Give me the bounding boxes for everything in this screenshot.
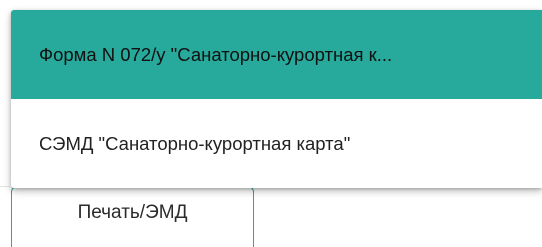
divider: [0, 186, 10, 187]
menu-item-label: СЭМД "Санаторно-курортная карта": [39, 132, 351, 154]
menu-item-form-072[interactable]: Форма N 072/у "Санаторно-курортная к...: [11, 10, 542, 99]
page: Печать/ЭМД Форма N 072/у "Санаторно-куро…: [0, 0, 542, 247]
menu-item-label: Форма N 072/у "Санаторно-курортная к...: [39, 43, 393, 65]
menu-item-semd-sanatorium-card[interactable]: СЭМД "Санаторно-курортная карта": [11, 99, 542, 188]
print-emd-button[interactable]: Печать/ЭМД: [11, 186, 254, 247]
print-dropdown-menu: Форма N 072/у "Санаторно-курортная к... …: [11, 10, 542, 188]
